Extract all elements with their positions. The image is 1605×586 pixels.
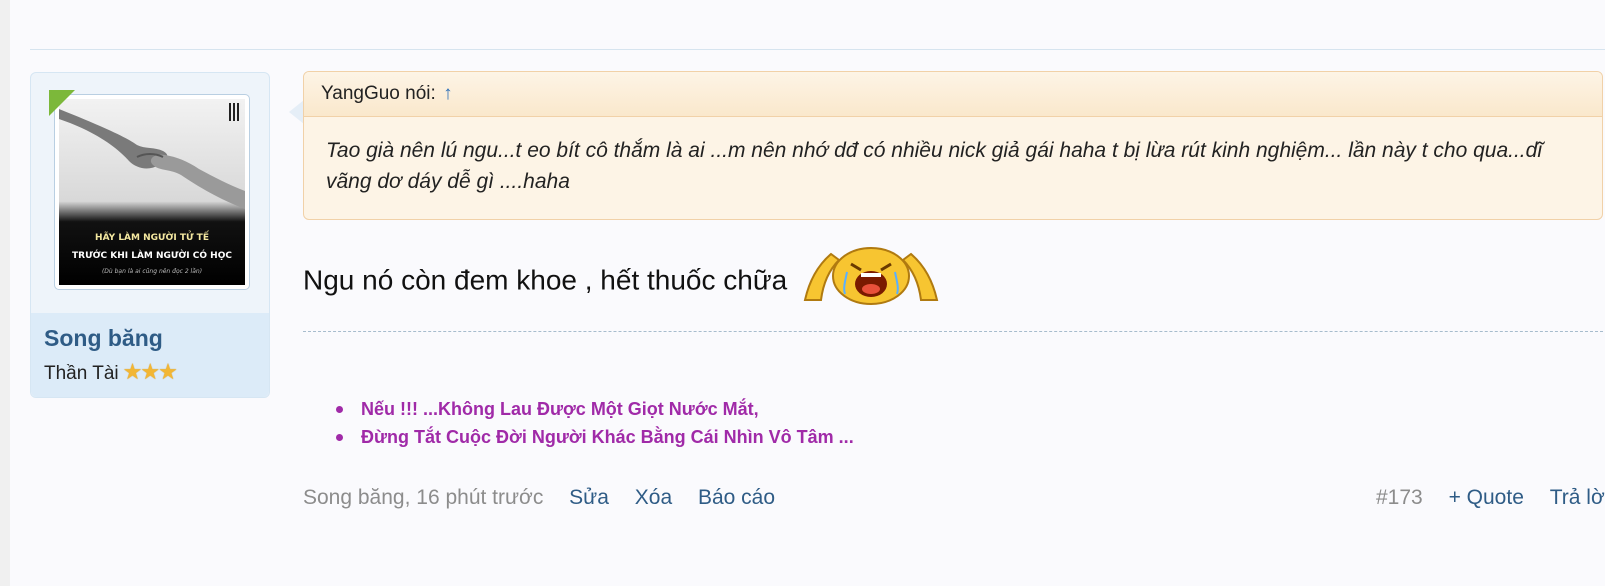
signature: Nếu !!! ...Không Lau Được Một Giọt Nước …: [333, 395, 854, 451]
edit-link[interactable]: Sửa: [569, 486, 609, 509]
crying-emoji-icon: [803, 247, 939, 305]
quote-text: Tao già nên lú ngu...t eo bít cô thắm là…: [326, 139, 1542, 193]
avatar-text-line3: (Dù bạn là ai cũng nên đọc 2 lần): [101, 268, 203, 275]
user-rank: Thần Tài ★★★: [44, 359, 178, 385]
signature-line: Nếu !!! ...Không Lau Được Một Giọt Nước …: [333, 395, 854, 423]
post-actions: #173 + Quote Trả lời: [1376, 486, 1605, 510]
page: HÃY LÀM NGƯỜI TỬ TẾ TRƯỚC KHI LÀM NGƯỜI …: [10, 0, 1605, 586]
post-meta: Song băng, 16 phút trước: [303, 486, 544, 509]
message-pointer: [289, 100, 304, 124]
delete-link[interactable]: Xóa: [635, 486, 672, 509]
signature-line: Đừng Tắt Cuộc Đời Người Khác Bằng Cái Nh…: [333, 423, 854, 451]
signature-divider: [303, 331, 1603, 332]
message-text: Ngu nó còn đem khoe , hết thuốc chữa: [303, 264, 788, 296]
avatar-text-line1: HÃY LÀM NGƯỜI TỬ TẾ: [95, 233, 209, 243]
online-indicator-icon: [49, 90, 75, 116]
quote-link[interactable]: + Quote: [1449, 486, 1524, 509]
top-divider: [30, 49, 1605, 50]
user-rank-title: Thần Tài: [44, 363, 119, 384]
hands-illustration: [59, 109, 245, 209]
message-body: Ngu nó còn đem khoe , hết thuốc chữa: [303, 247, 941, 314]
username-link[interactable]: Song băng: [44, 325, 163, 352]
quote-header: YangGuo nói: ↑: [304, 72, 1602, 117]
reply-link[interactable]: Trả lời: [1550, 486, 1605, 509]
jump-to-quote-icon[interactable]: ↑: [443, 83, 453, 104]
avatar[interactable]: HÃY LÀM NGƯỜI TỬ TẾ TRƯỚC KHI LÀM NGƯỜI …: [54, 94, 250, 290]
avatar-text-line2: TRƯỚC KHI LÀM NGƯỜI CÓ HỌC: [72, 251, 232, 261]
quote-author: YangGuo nói:: [321, 83, 436, 104]
quote-box: YangGuo nói: ↑ Tao già nên lú ngu...t eo…: [303, 71, 1603, 220]
avatar-image: HÃY LÀM NGƯỜI TỬ TẾ TRƯỚC KHI LÀM NGƯỜI …: [59, 99, 245, 285]
qr-code-icon: [229, 103, 241, 121]
rank-stars-icon: ★★★: [122, 359, 178, 384]
user-card: HÃY LÀM NGƯỜI TỬ TẾ TRƯỚC KHI LÀM NGƯỜI …: [30, 72, 270, 398]
report-link[interactable]: Báo cáo: [698, 486, 775, 509]
post-number[interactable]: #173: [1376, 486, 1423, 509]
post-footer: Song băng, 16 phút trước Sửa Xóa Báo cáo: [303, 486, 775, 510]
